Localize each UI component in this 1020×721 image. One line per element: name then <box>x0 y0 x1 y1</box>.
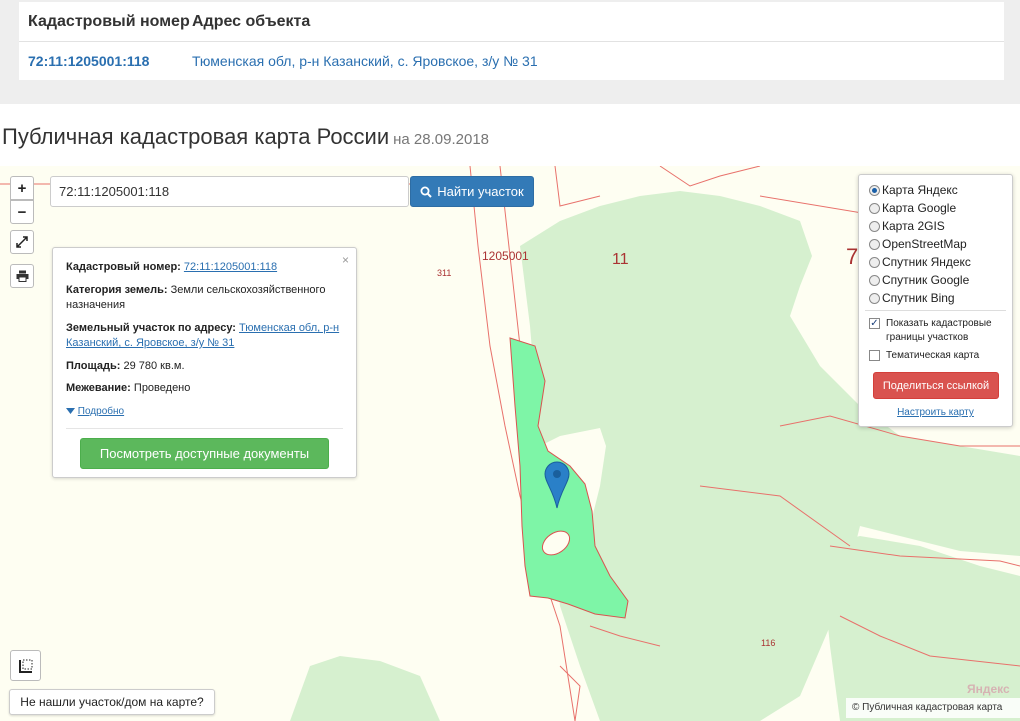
layer-label: Спутник Google <box>882 273 970 287</box>
info-address-label: Земельный участок по адресу: <box>66 322 236 334</box>
panel-divider <box>66 428 343 429</box>
area-select-icon <box>18 659 32 673</box>
radio-selected-icon[interactable] <box>869 184 880 196</box>
info-category-label: Категория земель: <box>66 284 168 296</box>
layers-divider <box>865 310 1006 311</box>
column-header-address: Адрес объекта <box>192 13 311 30</box>
info-address-row: Земельный участок по адресу: Тюменская о… <box>66 321 344 351</box>
cadastral-number-link[interactable]: 72:11:1205001:118 <box>28 53 149 69</box>
checkbox-checked-icon[interactable]: ✓ <box>869 318 880 329</box>
label-parcel-116: 116 <box>761 638 775 648</box>
label-district: 11 <box>612 251 629 268</box>
address-link[interactable]: Тюменская обл, р-н Казанский, с. Яровско… <box>192 53 538 69</box>
yandex-logo: Яндекс <box>967 682 1010 696</box>
info-area-row: Площадь: 29 780 кв.м. <box>66 359 344 374</box>
info-cadastral-row: Кадастровый номер: 72:11:1205001:118 <box>66 260 344 275</box>
show-borders-option[interactable]: ✓ Показать кадастровые границы участков <box>869 317 1004 345</box>
label-quarter: 1205001 <box>482 249 529 263</box>
cadastral-search-input[interactable]: 72:11:1205001:118 <box>50 176 409 207</box>
layer-label: Карта Яндекс <box>882 183 958 197</box>
search-icon <box>420 186 432 198</box>
find-parcel-button[interactable]: Найти участок <box>410 176 534 207</box>
info-survey-label: Межевание: <box>66 382 131 394</box>
layer-option-yandex-satellite[interactable]: Спутник Яндекс <box>869 255 971 269</box>
page-title: Публичная кадастровая карта России на 28.… <box>2 124 489 150</box>
caret-down-icon <box>66 408 75 414</box>
layer-label: Карта Google <box>882 201 957 215</box>
info-cadastral-label: Кадастровый номер: <box>66 261 181 273</box>
layer-option-2gis-map[interactable]: Карта 2GIS <box>869 219 945 233</box>
thematic-map-option[interactable]: Тематическая карта <box>869 349 979 363</box>
radio-icon[interactable] <box>869 220 880 232</box>
map-canvas[interactable]: 1205001 11 7 311 116 + − 72:11:1205001:1… <box>0 166 1020 721</box>
radio-icon[interactable] <box>869 202 880 214</box>
fullscreen-button[interactable] <box>10 230 34 254</box>
forest-area <box>290 656 440 721</box>
more-details-label: Подробно <box>77 406 125 417</box>
layer-option-google-map[interactable]: Карта Google <box>869 201 956 215</box>
info-area-label: Площадь: <box>66 360 121 372</box>
info-survey-value: Проведено <box>133 382 191 394</box>
column-header-cadastral: Кадастровый номер <box>28 13 190 30</box>
expand-icon <box>16 236 28 248</box>
zoom-out-button[interactable]: − <box>10 200 34 224</box>
radio-icon[interactable] <box>869 292 880 304</box>
layer-label: Карта 2GIS <box>882 219 945 233</box>
parcel-info-panel: × Кадастровый номер: 72:11:1205001:118 К… <box>52 247 357 478</box>
info-area-value: 29 780 кв.м. <box>123 360 185 372</box>
layer-option-bing-satellite[interactable]: Спутник Bing <box>869 291 955 305</box>
label-region: 7 <box>846 244 858 269</box>
info-category-row: Категория земель: Земли сельскохозяйстве… <box>66 283 344 313</box>
not-found-button[interactable]: Не нашли участок/дом на карте? <box>9 689 215 715</box>
layer-label: OpenStreetMap <box>882 237 967 251</box>
thematic-map-label: Тематическая карта <box>886 350 980 361</box>
configure-map-link[interactable]: Настроить карту <box>859 407 1012 418</box>
layers-panel: Карта Яндекс Карта Google Карта 2GIS Ope… <box>858 174 1013 427</box>
layer-option-osm[interactable]: OpenStreetMap <box>869 237 967 251</box>
show-borders-label: Показать кадастровые границы участков <box>886 318 992 343</box>
find-parcel-label: Найти участок <box>437 184 524 199</box>
share-link-button[interactable]: Поделиться ссылкой <box>873 372 999 399</box>
view-documents-button[interactable]: Посмотреть доступные документы <box>80 438 329 469</box>
more-details-link[interactable]: Подробно <box>66 404 344 419</box>
layer-option-google-satellite[interactable]: Спутник Google <box>869 273 969 287</box>
layer-label: Спутник Bing <box>882 291 955 305</box>
checkbox-icon[interactable] <box>869 350 880 361</box>
radio-icon[interactable] <box>869 238 880 250</box>
select-area-button[interactable] <box>10 650 41 681</box>
print-button[interactable] <box>10 264 34 288</box>
radio-icon[interactable] <box>869 256 880 268</box>
map-copyright: © Публичная кадастровая карта <box>846 698 1020 718</box>
info-survey-row: Межевание: Проведено <box>66 381 344 396</box>
results-section: Кадастровый номер Адрес объекта 72:11:12… <box>0 0 1020 104</box>
printer-icon <box>16 270 28 282</box>
layer-option-yandex-map[interactable]: Карта Яндекс <box>869 183 958 197</box>
radio-icon[interactable] <box>869 274 880 286</box>
label-parcel-311: 311 <box>437 268 451 278</box>
results-table: Кадастровый номер Адрес объекта 72:11:12… <box>19 2 1004 80</box>
zoom-in-button[interactable]: + <box>10 176 34 200</box>
layer-label: Спутник Яндекс <box>882 255 971 269</box>
info-cadastral-link[interactable]: 72:11:1205001:118 <box>184 261 277 273</box>
page-title-text: Публичная кадастровая карта России <box>2 124 390 149</box>
page-title-date: на 28.09.2018 <box>393 131 490 148</box>
table-header: Кадастровый номер Адрес объекта <box>19 2 1004 42</box>
